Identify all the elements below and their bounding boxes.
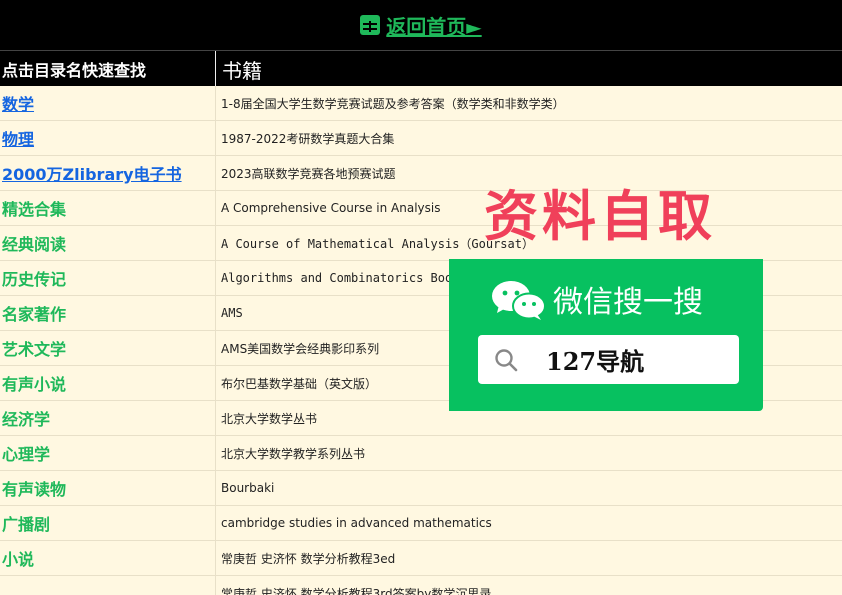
table-row: 小说 常庚哲 史济怀 数学分析教程3ed [0, 541, 842, 576]
table-header: 点击目录名快速查找 书籍 [0, 50, 842, 87]
book-title: 常庚哲 史济怀 数学分析教程3rd答案by数学沉思录 [221, 586, 492, 595]
category-item[interactable]: 广播剧 [0, 506, 216, 540]
table-row: 常庚哲 史济怀 数学分析教程3rd答案by数学沉思录 [0, 576, 842, 595]
table-row: 心理学 北京大学数学教学系列丛书 [0, 436, 842, 471]
spreadsheet-icon [360, 15, 381, 35]
category-link[interactable]: 数学 [0, 86, 216, 120]
category-item[interactable]: 名家著作 [0, 296, 216, 330]
wechat-search-promo[interactable]: 微信搜一搜 127导航 [449, 259, 763, 411]
category-item[interactable]: 艺术文学 [0, 331, 216, 365]
promo-search-bar[interactable]: 127导航 [478, 335, 739, 384]
category-item[interactable]: 有声小说 [0, 366, 216, 400]
table-row: 广播剧 cambridge studies in advanced mathem… [0, 506, 842, 541]
header-category: 点击目录名快速查找 [0, 51, 216, 87]
table-row: 数学 1-8届全国大学生数学竞赛试题及参考答案（数学类和非数学类） [0, 86, 842, 121]
category-item[interactable]: 经典阅读 [0, 226, 216, 260]
wechat-icon [492, 281, 546, 320]
category-item[interactable]: 精选合集 [0, 191, 216, 225]
table-row: 物理 1987-2022考研数学真题大合集 [0, 121, 842, 156]
book-title: Bourbaki [221, 481, 275, 495]
book-title: 北京大学数学教学系列丛书 [221, 446, 366, 461]
category-item[interactable]: 历史传记 [0, 261, 216, 295]
back-home-link[interactable]: 返回首页► [360, 11, 482, 40]
page: 返回首页► 点击目录名快速查找 书籍 数学 1-8届全国大学生数学竞赛试题及参考… [0, 0, 842, 595]
category-link[interactable]: 物理 [0, 121, 216, 155]
book-title: cambridge studies in advanced mathematic… [221, 516, 492, 530]
back-home-label: 返回首页► [386, 14, 482, 39]
category-item[interactable] [0, 576, 216, 595]
book-title: 1987-2022考研数学真题大合集 [221, 131, 395, 146]
promo-title: 资料自取 [484, 185, 716, 248]
category-item[interactable]: 小说 [0, 541, 216, 575]
wechat-search-label: 微信搜一搜 [553, 285, 703, 320]
category-item[interactable]: 经济学 [0, 401, 216, 435]
search-icon [495, 348, 518, 371]
table-row: 有声读物 Bourbaki [0, 471, 842, 506]
book-title: 常庚哲 史济怀 数学分析教程3ed [221, 551, 396, 566]
header-books: 书籍 [222, 58, 262, 83]
top-banner: 返回首页► [0, 0, 842, 50]
book-title: 1-8届全国大学生数学竞赛试题及参考答案（数学类和非数学类） [221, 96, 565, 111]
search-query-text: 127导航 [546, 347, 645, 376]
category-item[interactable]: 有声读物 [0, 471, 216, 505]
category-link[interactable]: 2000万Zlibrary电子书 [0, 156, 216, 190]
category-item[interactable]: 心理学 [0, 436, 216, 470]
